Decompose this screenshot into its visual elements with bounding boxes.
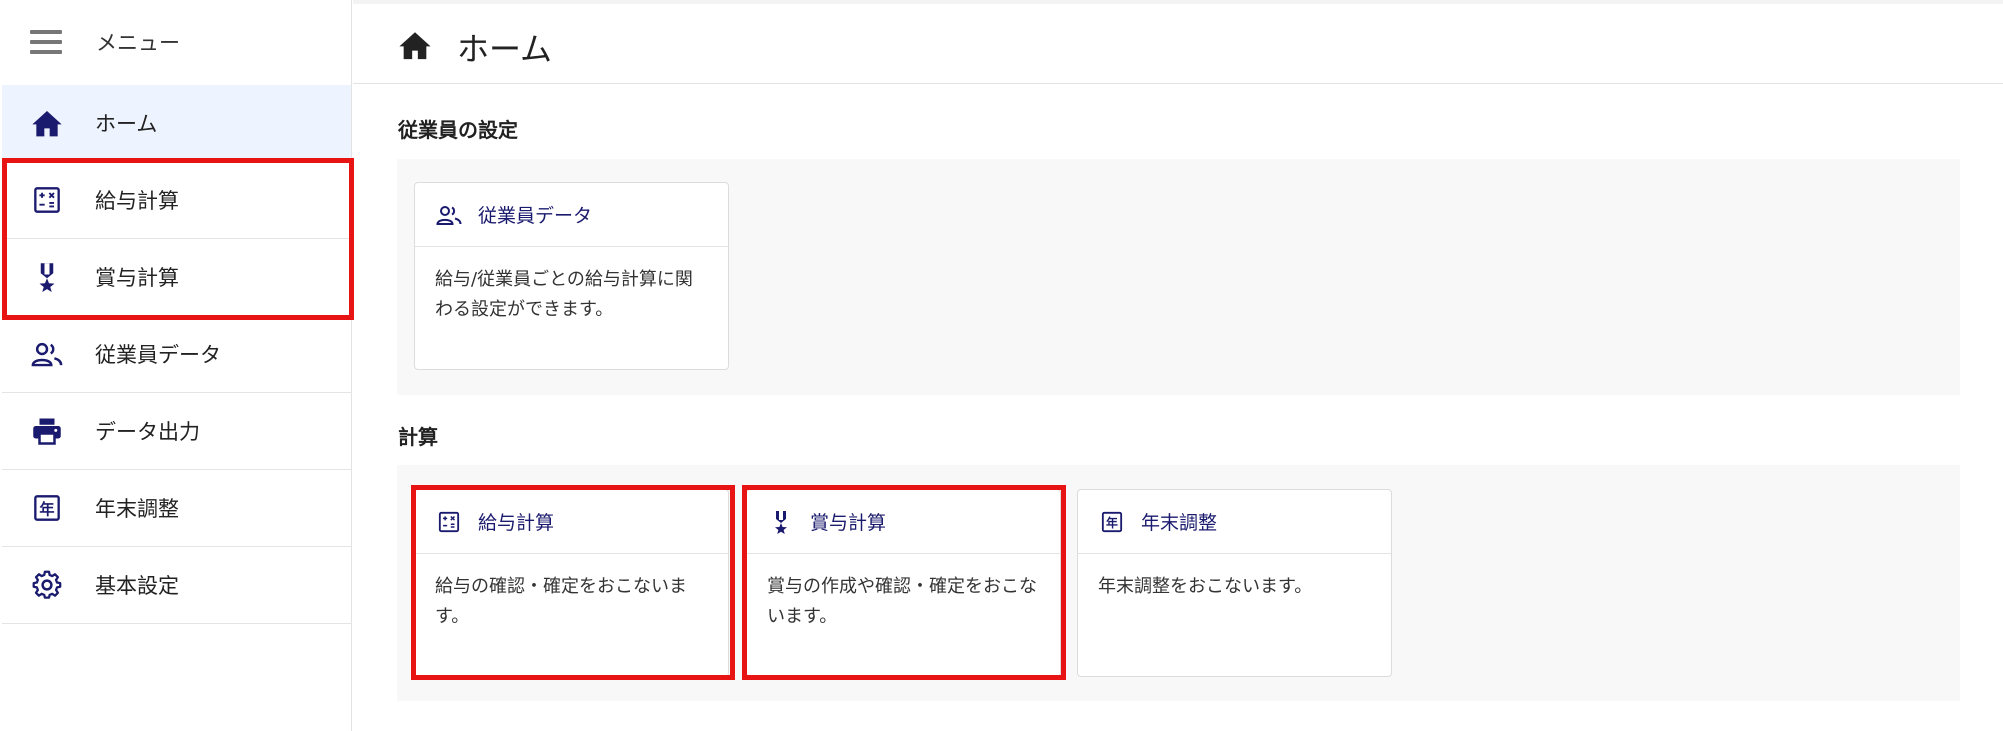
sidebar-item-payroll[interactable]: 給与計算 [2,162,351,239]
card-title: 年末調整 [1141,512,1218,534]
card-description: 給与の確認・確定をおこないます。 [435,576,687,627]
card-title: 賞与計算 [810,512,887,534]
sidebar-item-label: 給与計算 [95,189,179,213]
sidebar-item-label: 賞与計算 [95,266,179,290]
card-bonus[interactable]: 賞与計算 賞与の作成や確認・確定をおこないます。 [746,489,1061,677]
card-description: 年末調整をおこないます。 [1098,576,1313,597]
card-header: 年 年末調整 [1078,490,1391,554]
medal-icon [767,508,795,536]
sidebar-item-employees[interactable]: 従業員データ [2,316,351,393]
medal-icon [30,260,64,294]
section-title-employee-settings: 従業員の設定 [398,118,518,142]
sidebar-item-year-end[interactable]: 年 年末調整 [2,470,351,547]
sidebar-item-label: 年末調整 [95,497,179,521]
sidebar-item-label: データ出力 [95,420,200,444]
sidebar-item-label: ホーム [95,112,158,136]
sidebar-item-data-export[interactable]: データ出力 [2,393,351,470]
home-icon [398,29,432,63]
card-header: 従業員データ [415,183,728,247]
card-header: 賞与計算 [747,490,1060,554]
printer-icon [30,414,64,448]
card-title: 従業員データ [478,205,593,227]
sidebar-item-label: 従業員データ [95,343,221,367]
gear-icon [30,568,64,602]
menu-label: メニュー [96,31,180,55]
home-icon [30,106,64,140]
page-header: ホーム [353,0,2003,84]
sidebar-item-home[interactable]: ホーム [2,85,351,162]
year-icon: 年 [1098,508,1126,536]
card-employee-data[interactable]: 従業員データ 給与/従業員ごとの給与計算に関わる設定ができます。 [414,182,729,370]
svg-text:年: 年 [1106,516,1118,530]
people-icon [435,201,463,229]
card-payroll[interactable]: 給与計算 給与の確認・確定をおこないます。 [414,489,729,677]
hamburger-menu-icon[interactable] [30,30,62,54]
menu-header[interactable]: メニュー [0,0,351,84]
sidebar-item-bonus[interactable]: 賞与計算 [2,239,351,316]
year-icon: 年 [30,491,64,525]
svg-text:年: 年 [39,500,54,518]
card-title: 給与計算 [478,512,555,534]
section-title-calculation: 計算 [398,425,438,449]
card-year-end[interactable]: 年 年末調整 年末調整をおこないます。 [1077,489,1392,677]
calculator-icon [30,183,64,217]
main-content: ホーム 従業員の設定 従業員データ 給与/従業員ごとの給与計算に関わる設定ができ… [353,0,2003,731]
calculator-icon [435,508,463,536]
card-header: 給与計算 [415,490,728,554]
people-icon [30,337,64,371]
sidebar-item-label: 基本設定 [95,574,179,598]
card-description: 給与/従業員ごとの給与計算に関わる設定ができます。 [435,269,693,320]
page-title: ホーム [457,30,553,68]
sidebar: メニュー ホーム 給与計算 賞与計算 従業員データ データ出力 年 年末調整 基… [0,0,354,731]
sidebar-item-settings[interactable]: 基本設定 [2,547,351,624]
card-description: 賞与の作成や確認・確定をおこないます。 [767,576,1037,627]
